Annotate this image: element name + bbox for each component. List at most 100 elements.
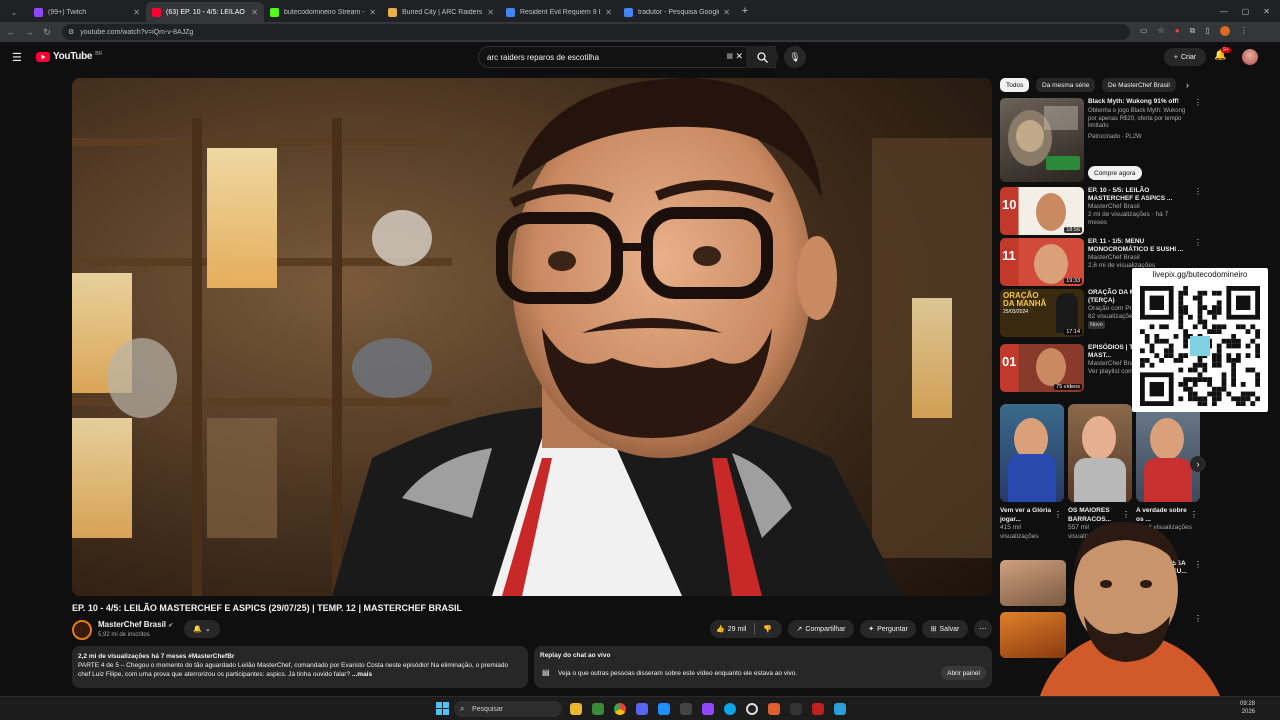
video-menu-icon[interactable]: ⋮: [1194, 238, 1202, 247]
video-title: EP. 10 - 5/5: LEILÃO MASTERCHEF E ASPICS…: [1088, 187, 1173, 202]
short-thumbnail[interactable]: [1068, 404, 1132, 502]
verified-badge-icon: ✔: [168, 623, 174, 629]
close-window-icon[interactable]: ✕: [1263, 7, 1270, 16]
extensions-puzzle-icon[interactable]: ⧉: [1190, 26, 1196, 36]
shorts-next-icon[interactable]: ›: [1190, 456, 1206, 472]
tab-close-icon[interactable]: ✕: [251, 8, 258, 17]
chrome-icon[interactable]: [614, 703, 626, 715]
tab-close-icon[interactable]: ✕: [369, 8, 376, 17]
ad-text: Obtenha o jogo Black Myth: Wukong por ap…: [1088, 108, 1186, 129]
edge-icon[interactable]: [724, 703, 736, 715]
notification-count-badge: 9+: [1221, 47, 1231, 53]
dislike-button[interactable]: 👎: [763, 625, 772, 633]
search-input[interactable]: arc raiders reparos de escotilha ▦ ✕: [478, 46, 776, 68]
store-icon[interactable]: [592, 703, 604, 715]
search-button[interactable]: [746, 46, 778, 68]
open-panel-button[interactable]: Abrir painel: [941, 666, 986, 680]
short-thumbnail[interactable]: [1000, 404, 1064, 502]
browser-tab[interactable]: Buried City | ARC Raiders Map | ✕: [382, 2, 500, 22]
video-title: EP. 10 - 4/5: LEILÃO MASTERCHEF E ASPICS…: [72, 603, 462, 613]
short-thumbnail[interactable]: [1136, 404, 1200, 502]
chip-from-channel[interactable]: De MasterChef Brasil: [1102, 78, 1176, 92]
sponsored-ad[interactable]: Black Myth: Wukong 91% off! Obtenha o jo…: [1000, 98, 1202, 186]
account-avatar[interactable]: [1242, 49, 1258, 65]
subscription-bell-button[interactable]: 🔔 ⌄: [184, 620, 220, 638]
short-menu-icon[interactable]: ⋮: [1190, 510, 1198, 519]
tab-close-icon[interactable]: ✕: [723, 8, 730, 17]
tab-close-icon[interactable]: ✕: [605, 8, 612, 17]
ad-menu-icon[interactable]: ⋮: [1194, 98, 1202, 107]
taskbar-search[interactable]: ⌕ Pesquisar: [454, 701, 562, 717]
discord-icon[interactable]: [636, 703, 648, 715]
hamburger-menu-icon[interactable]: ☰: [12, 51, 22, 64]
extension-icon[interactable]: ●: [1175, 26, 1180, 36]
browser-tab[interactable]: (99+) Twitch ✕: [28, 2, 146, 22]
bookmark-star-icon[interactable]: ☆: [1158, 26, 1165, 36]
app-icon[interactable]: [658, 703, 670, 715]
description-box[interactable]: 2,2 mi de visualizações há 7 meses #Mast…: [72, 646, 528, 688]
app-icon[interactable]: [768, 703, 780, 715]
obs-icon[interactable]: [746, 703, 758, 715]
chip-all[interactable]: Todos: [1000, 78, 1030, 92]
clear-search-icon[interactable]: ✕: [735, 51, 743, 62]
tab-search-icon[interactable]: ⌄: [0, 2, 28, 22]
tab-label: (63) EP. 10 - 4/5: LEILÃO MASTE: [166, 8, 247, 16]
create-label: Criar: [1180, 53, 1197, 61]
browser-tab[interactable]: (63) EP. 10 - 4/5: LEILÃO MASTE ✕: [146, 2, 264, 22]
site-info-icon[interactable]: ⚙: [68, 28, 74, 36]
windows-taskbar: ⌕ Pesquisar 09:28 2026: [0, 696, 1280, 720]
recommended-video[interactable]: 10 18:56 EP. 10 - 5/5: LEILÃO MASTERCHEF…: [1000, 187, 1202, 239]
thumbnail-face: [1082, 416, 1116, 460]
app-icon[interactable]: [812, 703, 824, 715]
file-explorer-icon[interactable]: [570, 703, 582, 715]
show-more-link[interactable]: ...mais: [352, 671, 372, 678]
browser-tab[interactable]: tradutor - Pesquisa Google ✕: [618, 2, 736, 22]
voice-search-button[interactable]: 🎙: [784, 46, 806, 68]
sidepanel-icon[interactable]: ▯: [1205, 26, 1209, 36]
ask-button[interactable]: ✦ Perguntar: [860, 620, 916, 638]
browser-tab[interactable]: butecodomineiro Stream - Wat ✕: [264, 2, 382, 22]
app-icon[interactable]: [790, 703, 802, 715]
video-menu-icon[interactable]: ⋮: [1194, 187, 1202, 196]
forward-icon[interactable]: →: [20, 27, 38, 37]
like-button[interactable]: 👍 29 mil: [716, 625, 746, 634]
channel-name[interactable]: MasterChef Brasil ✔: [98, 620, 173, 629]
short-menu-icon[interactable]: ⋮: [1122, 510, 1130, 519]
tab-close-icon[interactable]: ✕: [487, 8, 494, 17]
video-thumbnail: 10 18:56: [1000, 187, 1084, 235]
twitch-icon[interactable]: [702, 703, 714, 715]
telegram-icon[interactable]: [834, 703, 846, 715]
more-actions-button[interactable]: ⋯: [974, 620, 992, 638]
browser-menu-icon[interactable]: ⋮: [1240, 26, 1248, 36]
system-clock[interactable]: 09:28 2026: [1240, 700, 1255, 716]
youtube-logo[interactable]: YouTube BR: [36, 51, 102, 62]
maximize-window-icon[interactable]: ▢: [1242, 7, 1250, 16]
tab-close-icon[interactable]: ✕: [133, 8, 140, 17]
keyboard-icon[interactable]: ▦: [726, 52, 733, 60]
channel-avatar[interactable]: [72, 620, 92, 640]
cast-icon[interactable]: ▭: [1140, 26, 1148, 36]
short-menu-icon[interactable]: ⋮: [1054, 510, 1062, 519]
windows-start-icon[interactable]: [436, 702, 449, 715]
profile-avatar-icon[interactable]: [1219, 26, 1230, 36]
browser-tab[interactable]: Resident Evil Requiem 9 Ix Delu ✕: [500, 2, 618, 22]
buy-now-button[interactable]: Compre agora: [1088, 166, 1142, 180]
youtube-play-logo-icon: [36, 51, 50, 62]
chip-same-series[interactable]: Da mesma série: [1036, 78, 1096, 92]
tab-favicon-icon: [388, 7, 397, 17]
chips-next-icon[interactable]: ›: [1186, 80, 1189, 90]
back-icon[interactable]: ←: [2, 27, 20, 37]
share-button[interactable]: ↗ Compartilhar: [788, 620, 854, 638]
new-tab-button[interactable]: +: [736, 5, 754, 17]
create-button[interactable]: + Criar: [1164, 48, 1206, 66]
reload-icon[interactable]: ↻: [38, 27, 56, 38]
channel-name-text: MasterChef Brasil: [98, 620, 167, 629]
app-icon[interactable]: [680, 703, 692, 715]
playlist-thumbnail: 01 75 vídeos: [1000, 344, 1084, 392]
thumbs-down-icon: 👎: [763, 626, 773, 633]
video-player[interactable]: [72, 78, 992, 596]
minimize-window-icon[interactable]: —: [1220, 7, 1228, 16]
address-bar[interactable]: ⚙ youtube.com/watch?v=iQm-v-8AJZg: [62, 24, 1130, 40]
save-button[interactable]: ⊞ Salvar: [922, 620, 968, 638]
video-thumbnail: ORAÇÃO DA MANHÃ 25/03/2024 17:14: [1000, 289, 1084, 337]
